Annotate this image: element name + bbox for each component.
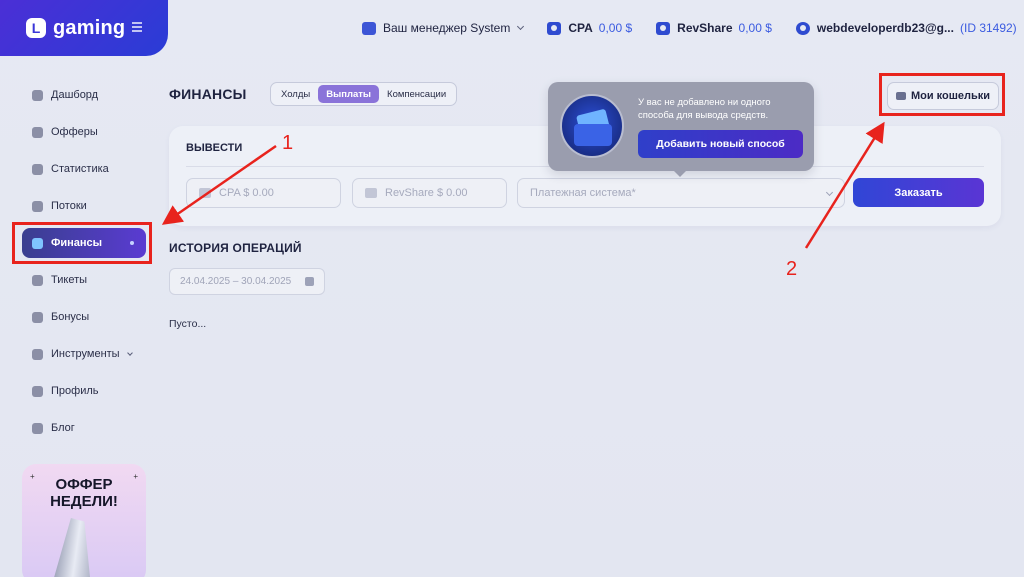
annotation-arrows xyxy=(161,121,885,249)
annotation-arrow-1 xyxy=(161,144,277,225)
annotation-arrow-2 xyxy=(804,121,885,249)
